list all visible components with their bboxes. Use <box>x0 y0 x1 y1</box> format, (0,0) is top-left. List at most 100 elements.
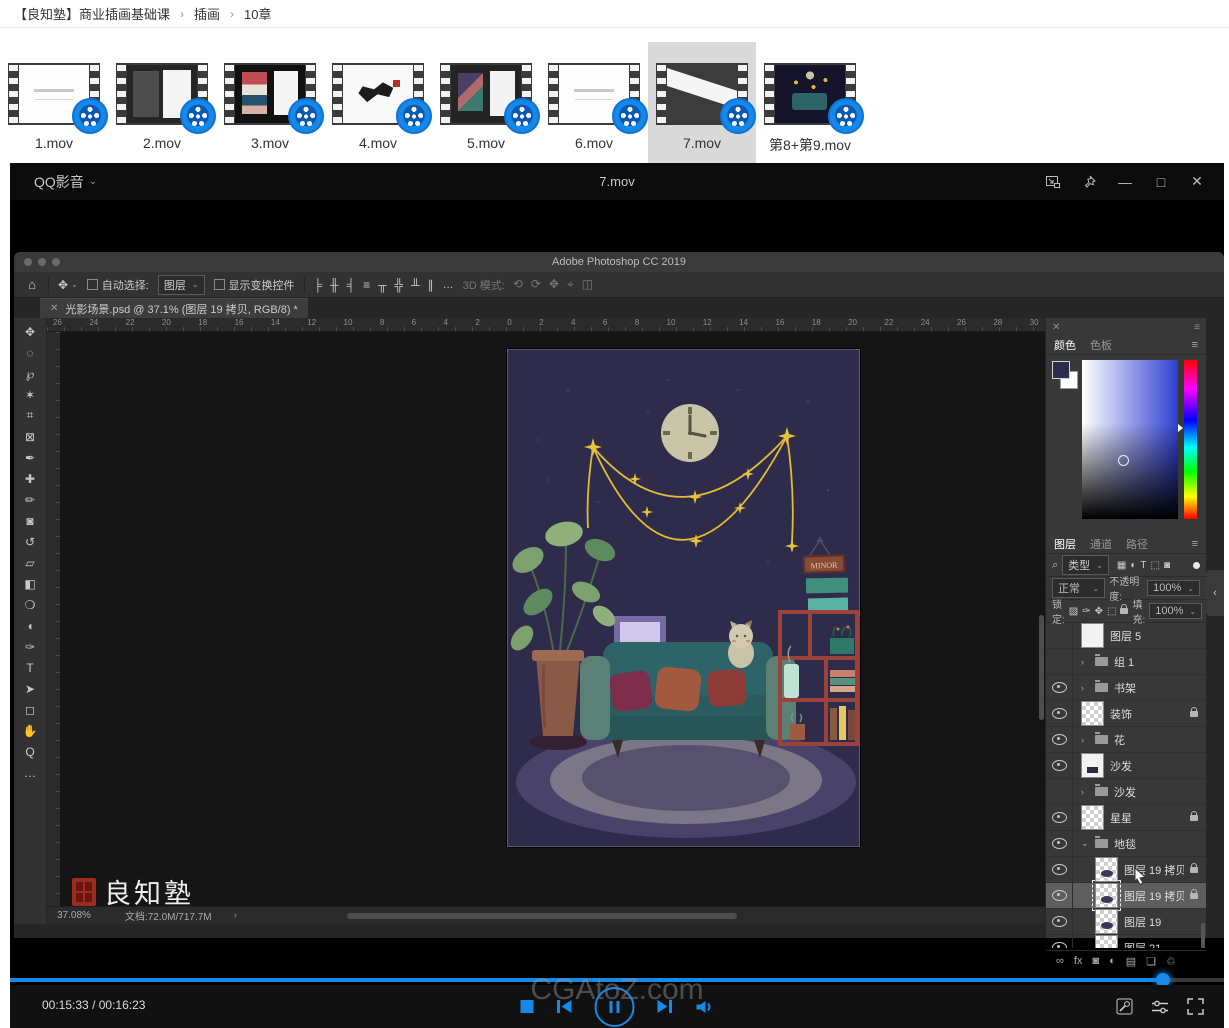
tab-paths[interactable]: 路径 <box>1126 536 1148 552</box>
layer-name[interactable]: 图层 19 <box>1124 914 1161 930</box>
layer-row[interactable]: 图层 5 <box>1046 623 1206 649</box>
video-item-8[interactable]: 第8+第9.mov <box>756 42 864 163</box>
tool-icon[interactable]: ✒ <box>18 447 42 468</box>
video-item-6[interactable]: 6.mov <box>540 42 648 163</box>
layer-name[interactable]: 图层 5 <box>1110 628 1141 644</box>
align-icon[interactable]: ╞ <box>314 278 323 292</box>
canvas-horizontal-scrollbar[interactable] <box>347 913 737 919</box>
tab-channels[interactable]: 通道 <box>1090 536 1112 552</box>
layer-name[interactable]: 图层 21 <box>1124 940 1161 949</box>
filter-type-dropdown[interactable]: 类型 ⌄ <box>1062 555 1109 575</box>
more-options-icon[interactable]: … <box>443 279 454 291</box>
video-label[interactable]: 6.mov <box>575 135 613 151</box>
video-label[interactable]: 2.mov <box>143 135 181 151</box>
fill-dropdown[interactable]: 100% ⌄ <box>1149 603 1203 619</box>
seek-bar[interactable] <box>10 973 1224 987</box>
tab-layers[interactable]: 图层 <box>1054 536 1076 552</box>
document-tab[interactable]: ✕ 光影场景.psd @ 37.1% (图层 19 拷贝, RGB/8) * <box>40 298 308 318</box>
breadcrumb-item-course[interactable]: 【良知塾】商业插画基础课 <box>14 4 170 23</box>
align-icon[interactable]: ╡ <box>347 278 356 292</box>
tool-icon[interactable]: ◙ <box>18 510 42 531</box>
video-item-5[interactable]: 5.mov <box>432 42 540 163</box>
auto-select-dropdown[interactable]: 图层 ⌄ <box>157 274 205 295</box>
active-tool-indicator[interactable]: ✥ ⌄ <box>58 278 78 292</box>
tool-icon[interactable]: ✥ <box>18 321 42 342</box>
layer-row[interactable]: 图层 19 <box>1046 909 1206 935</box>
lock-option-icon[interactable]: ⬚ <box>1107 606 1116 617</box>
lock-all-icon[interactable] <box>1120 604 1129 614</box>
next-button[interactable] <box>657 999 674 1014</box>
hue-slider[interactable] <box>1184 360 1197 519</box>
layer-row[interactable]: › 花 <box>1046 727 1206 753</box>
tool-icon[interactable]: ◻ <box>18 699 42 720</box>
video-item-2[interactable]: 2.mov <box>108 42 216 163</box>
video-label[interactable]: 1.mov <box>35 135 73 151</box>
pin-button[interactable] <box>1078 171 1100 193</box>
video-item-1[interactable]: 1.mov <box>0 42 108 163</box>
maximize-button[interactable]: □ <box>1150 171 1172 193</box>
breadcrumb-item-chapter[interactable]: 10章 <box>244 4 271 23</box>
tool-icon[interactable]: ✶ <box>18 384 42 405</box>
layer-action-icon[interactable]: ❏ <box>1146 955 1156 968</box>
volume-button[interactable] <box>696 1000 714 1014</box>
layer-name[interactable]: 组 1 <box>1114 654 1134 670</box>
video-item-4[interactable]: 4.mov <box>324 42 432 163</box>
layer-row[interactable]: › 书架 <box>1046 675 1206 701</box>
video-item-3[interactable]: 3.mov <box>216 42 324 163</box>
checkbox-icon[interactable] <box>213 279 225 290</box>
video-label[interactable]: 4.mov <box>359 135 397 151</box>
layer-action-icon[interactable]: ∞ <box>1056 955 1064 967</box>
filter-kind-icon[interactable]: ⬚ <box>1150 560 1159 571</box>
layer-name[interactable]: 图层 19 拷贝 <box>1124 888 1184 904</box>
layer-name[interactable]: 书架 <box>1114 680 1136 696</box>
stop-button[interactable] <box>520 1000 534 1013</box>
layer-name[interactable]: 地毯 <box>1114 836 1136 852</box>
fullscreen-button[interactable] <box>1187 998 1204 1015</box>
home-icon[interactable]: ⌂ <box>22 275 49 294</box>
layer-row[interactable]: 沙发 <box>1046 753 1206 779</box>
layer-row[interactable]: 星星 <box>1046 805 1206 831</box>
visibility-toggle[interactable] <box>1046 935 1073 948</box>
blend-mode-dropdown[interactable]: 正常 ⌄ <box>1052 578 1106 598</box>
capture-tool-button[interactable] <box>1116 998 1133 1015</box>
foreground-color-swatch[interactable] <box>1052 361 1070 379</box>
layer-row-selected[interactable]: 图层 19 拷贝 <box>1046 880 1206 911</box>
visibility-toggle[interactable] <box>1046 623 1073 648</box>
layer-row[interactable]: › 沙发 <box>1046 779 1206 805</box>
align-icon[interactable]: ╬ <box>395 278 404 292</box>
minimize-button[interactable]: — <box>1114 171 1136 193</box>
saturation-brightness-field[interactable] <box>1082 360 1178 519</box>
collapse-arrow-icon[interactable]: ⌄ <box>1081 838 1089 849</box>
align-icon[interactable]: ╫ <box>330 278 339 292</box>
visibility-toggle[interactable] <box>1046 649 1073 674</box>
layer-thumbnail[interactable] <box>1092 880 1121 911</box>
align-icon[interactable]: ╥ <box>378 278 387 292</box>
tab-color[interactable]: 颜色 <box>1054 337 1076 353</box>
player-menu-button[interactable]: QQ影音 ⌄ <box>34 172 97 192</box>
tool-icon[interactable]: ➤ <box>18 678 42 699</box>
visibility-toggle[interactable] <box>1046 831 1073 856</box>
video-label[interactable]: 3.mov <box>251 135 289 151</box>
auto-select-option[interactable]: 自动选择: <box>86 277 149 293</box>
tool-icon[interactable]: … <box>18 762 42 783</box>
layer-thumbnail[interactable] <box>1095 935 1118 948</box>
expand-arrow-icon[interactable]: › <box>1081 787 1089 797</box>
tool-icon[interactable]: ⊠ <box>18 426 42 447</box>
color-picker-ring[interactable] <box>1118 455 1130 467</box>
layer-row[interactable]: ⌄ 地毯 <box>1046 831 1206 857</box>
visibility-toggle[interactable] <box>1046 753 1073 778</box>
filter-kind-icon[interactable]: ◐ <box>1130 560 1136 571</box>
expand-arrow-icon[interactable]: › <box>1081 735 1089 745</box>
layer-name[interactable]: 沙发 <box>1110 758 1132 774</box>
lock-option-icon[interactable]: ✑ <box>1082 606 1090 617</box>
visibility-toggle[interactable] <box>1046 727 1073 752</box>
video-label[interactable]: 第8+第9.mov <box>769 135 851 155</box>
photoshop-canvas[interactable]: MINOR 良知塾 <box>60 332 1045 906</box>
visibility-toggle[interactable] <box>1046 701 1073 726</box>
layer-action-icon[interactable]: ♲ <box>1166 955 1176 968</box>
collapse-panels-button[interactable]: ‹ <box>1206 570 1224 616</box>
tool-icon[interactable]: T <box>18 657 42 678</box>
visibility-toggle[interactable] <box>1046 883 1073 908</box>
tool-icon[interactable]: ↺ <box>18 531 42 552</box>
pause-button[interactable] <box>594 986 635 1027</box>
